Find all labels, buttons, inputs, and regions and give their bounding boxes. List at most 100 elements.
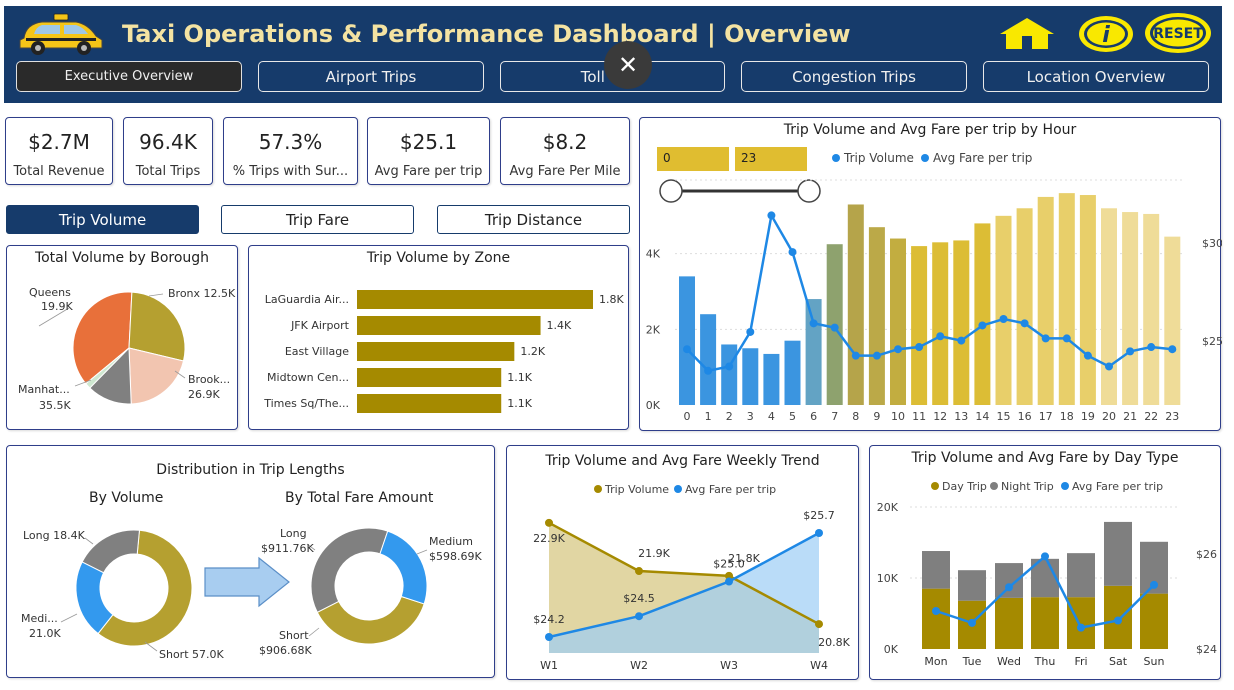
legend-marker bbox=[594, 485, 602, 493]
donut-slice bbox=[81, 529, 141, 574]
x-tick-label: Mon bbox=[924, 655, 947, 668]
kpi-avg-fare-mile: $8.2 Avg Fare Per Mile bbox=[500, 117, 630, 185]
fare-point bbox=[545, 633, 553, 641]
kpi-total-revenue: $2.7M Total Revenue bbox=[5, 117, 113, 185]
x-tick-label: W4 bbox=[810, 659, 828, 672]
fare-point bbox=[635, 612, 643, 621]
arrow-right-icon bbox=[204, 556, 290, 608]
tab-airport-trips[interactable]: Airport Trips bbox=[258, 61, 484, 92]
x-tick-label: Thu bbox=[1034, 655, 1056, 668]
reset-button[interactable]: RESET bbox=[1142, 10, 1214, 56]
legend-avg-fare: Avg Fare per trip bbox=[933, 151, 1032, 165]
slider-handle-to[interactable] bbox=[797, 179, 821, 203]
avg-fare-point bbox=[1005, 583, 1013, 592]
avg-fare-point bbox=[894, 345, 902, 354]
hour-bar bbox=[1016, 208, 1033, 405]
legend-trip-volume: Trip Volume bbox=[843, 151, 914, 165]
brooklyn-label: Brook... bbox=[188, 373, 230, 386]
legend-trip-volume: Trip Volume bbox=[604, 483, 669, 496]
legend-marker bbox=[921, 154, 929, 162]
hour-bar bbox=[847, 204, 864, 405]
volume-data-label: 21.9K bbox=[638, 547, 670, 560]
avg-fare-point bbox=[830, 323, 839, 332]
legend-marker bbox=[832, 154, 840, 162]
kpi-avg-fare-trip: $25.1 Avg Fare per trip bbox=[367, 117, 490, 185]
fare-medium-label: Medium bbox=[429, 535, 473, 548]
bronx-label: Bronx 12.5K bbox=[168, 287, 236, 300]
x-tick-label: 5 bbox=[789, 410, 796, 423]
kpi-value: 57.3% bbox=[258, 130, 323, 154]
close-overlay-button[interactable]: ✕ bbox=[604, 41, 652, 89]
hourly-chart[interactable]: Trip Volume Avg Fare per trip 0K 2K 4K $25 $… bbox=[640, 118, 1222, 432]
taxi-icon bbox=[19, 13, 103, 55]
avg-fare-point bbox=[957, 336, 966, 345]
avg-fare-point bbox=[1020, 319, 1029, 328]
x-tick-label: 19 bbox=[1081, 410, 1095, 423]
weekly-trend-chart[interactable]: Trip Volume Avg Fare per trip 22.9K 21.9K… bbox=[507, 446, 860, 681]
x-tick-label: 22 bbox=[1144, 410, 1158, 423]
zone-value-label: 1.2K bbox=[520, 345, 545, 358]
avg-fare-point bbox=[999, 315, 1008, 323]
daytype-chart[interactable]: Day Trip Night Trip Avg Fare per trip 0K… bbox=[870, 446, 1222, 681]
svg-text:i: i bbox=[1102, 23, 1110, 48]
x-tick-label: Fri bbox=[1074, 655, 1087, 668]
slider-handle-from[interactable] bbox=[659, 179, 683, 203]
tab-congestion-trips[interactable]: Congestion Trips bbox=[741, 61, 967, 92]
x-tick-label: 16 bbox=[1018, 410, 1032, 423]
donut-slice bbox=[310, 527, 389, 613]
avg-fare-point bbox=[1126, 347, 1135, 356]
toggle-trip-fare[interactable]: Trip Fare bbox=[221, 205, 414, 234]
fare-data-label: $24.2 bbox=[533, 613, 565, 626]
home-icon[interactable] bbox=[998, 16, 1056, 50]
hour-bar bbox=[1164, 236, 1181, 405]
info-icon[interactable]: i bbox=[1076, 12, 1136, 56]
zone-label: Times Sq/The... bbox=[263, 397, 349, 410]
weekly-trend-card: Trip Volume and Avg Fare Weekly Trend Tr… bbox=[506, 445, 859, 680]
zone-value-label: 1.1K bbox=[507, 397, 532, 410]
hour-bar bbox=[679, 276, 695, 405]
fare-point bbox=[815, 529, 823, 537]
avg-fare-point bbox=[1168, 345, 1177, 354]
avg-fare-point bbox=[767, 211, 776, 220]
x-tick-label: W2 bbox=[630, 659, 648, 672]
night-trip-bar bbox=[1067, 553, 1095, 598]
vol-medium-value: 21.0K bbox=[29, 627, 61, 640]
y-tick-label: 2K bbox=[646, 323, 661, 336]
hour-bar bbox=[1058, 193, 1075, 405]
daytype-card: Trip Volume and Avg Fare by Day Type Day… bbox=[869, 445, 1221, 680]
avg-fare-point bbox=[1083, 351, 1092, 360]
hour-bar bbox=[911, 246, 928, 405]
hour-bar bbox=[763, 353, 780, 405]
hour-bar bbox=[700, 314, 717, 405]
avg-fare-point bbox=[932, 607, 940, 615]
night-trip-bar bbox=[1104, 521, 1132, 586]
tab-location-overview[interactable]: Location Overview bbox=[983, 61, 1209, 92]
zone-bar bbox=[357, 342, 515, 361]
x-tick-label: Wed bbox=[997, 655, 1021, 668]
avg-fare-point bbox=[1062, 334, 1071, 343]
svg-text:RESET: RESET bbox=[1153, 26, 1203, 42]
borough-pie-chart[interactable]: Queens 19.9K Bronx 12.5K Brook... 26.9K … bbox=[7, 246, 239, 431]
kpi-label: % Trips with Sur... bbox=[232, 164, 349, 179]
legend-marker bbox=[990, 482, 998, 490]
x-tick-label: 17 bbox=[1039, 410, 1053, 423]
toggle-trip-distance[interactable]: Trip Distance bbox=[437, 205, 630, 234]
legend-marker bbox=[674, 485, 682, 493]
kpi-label: Total Trips bbox=[135, 164, 201, 179]
zone-bar-chart[interactable]: LaGuardia Air... 1.8K JFK Airport 1.4K East … bbox=[249, 246, 630, 431]
distribution-donuts[interactable]: Long 18.4K Medi... 21.0K Short 57.0K Lon… bbox=[7, 446, 496, 679]
fare-data-label: $24.5 bbox=[623, 592, 655, 605]
night-trip-bar bbox=[922, 551, 950, 589]
day-trip-bar bbox=[995, 597, 1023, 649]
kpi-label: Avg Fare Per Mile bbox=[509, 164, 621, 179]
x-tick-label: 14 bbox=[975, 410, 989, 423]
x-tick-label: W3 bbox=[720, 659, 738, 672]
x-tick-label: 15 bbox=[997, 410, 1011, 423]
legend-marker bbox=[1061, 482, 1069, 490]
tab-executive-overview[interactable]: Executive Overview bbox=[16, 61, 242, 92]
x-tick-label: 2 bbox=[726, 410, 733, 423]
zone-label: Midtown Cen... bbox=[267, 371, 349, 384]
legend-marker bbox=[931, 482, 939, 490]
toggle-trip-volume[interactable]: Trip Volume bbox=[6, 205, 199, 234]
volume-point bbox=[635, 567, 643, 576]
